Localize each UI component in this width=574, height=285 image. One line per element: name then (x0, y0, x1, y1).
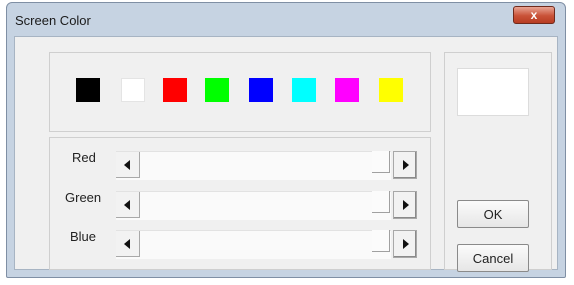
arrow-left-icon (124, 160, 130, 170)
green-label: Green (65, 190, 102, 205)
red-slider-track[interactable] (116, 151, 391, 180)
dialog-title: Screen Color (15, 13, 91, 28)
screen-color-dialog: Screen Color x Red Green Blue OK Cancel (6, 2, 566, 278)
green-increase-button[interactable] (393, 191, 417, 219)
ok-button[interactable]: OK (457, 200, 529, 228)
swatch-black[interactable] (76, 78, 100, 102)
red-decrease-button[interactable] (116, 152, 140, 178)
blue-decrease-button[interactable] (116, 231, 140, 257)
swatch-green[interactable] (205, 78, 229, 102)
arrow-left-icon (124, 239, 130, 249)
close-button[interactable]: x (513, 6, 555, 24)
blue-increase-button[interactable] (393, 230, 417, 258)
swatch-blue[interactable] (249, 78, 273, 102)
close-icon: x (530, 8, 538, 22)
arrow-right-icon (403, 239, 409, 249)
blue-slider-thumb[interactable] (372, 230, 390, 252)
swatch-cyan[interactable] (292, 78, 316, 102)
swatch-yellow[interactable] (379, 78, 403, 102)
green-slider-thumb[interactable] (372, 191, 390, 213)
swatch-red[interactable] (163, 78, 187, 102)
red-increase-button[interactable] (393, 151, 417, 179)
color-preview (457, 68, 529, 116)
red-slider-thumb[interactable] (372, 151, 390, 173)
color-palette (49, 52, 431, 132)
arrow-left-icon (124, 200, 130, 210)
green-slider-track[interactable] (116, 191, 391, 220)
green-decrease-button[interactable] (116, 192, 140, 218)
preview-panel: OK Cancel (444, 52, 552, 272)
swatch-white[interactable] (121, 78, 145, 102)
blue-label: Blue (70, 229, 97, 244)
arrow-right-icon (403, 160, 409, 170)
cancel-button[interactable]: Cancel (457, 244, 529, 272)
arrow-right-icon (403, 200, 409, 210)
dialog-body: Red Green Blue OK Cancel (14, 36, 558, 272)
title-bar: Screen Color x (7, 3, 565, 33)
blue-slider-track[interactable] (116, 230, 391, 259)
rgb-sliders: Red Green Blue (49, 137, 431, 270)
swatch-magenta[interactable] (335, 78, 359, 102)
red-label: Red (72, 150, 96, 165)
